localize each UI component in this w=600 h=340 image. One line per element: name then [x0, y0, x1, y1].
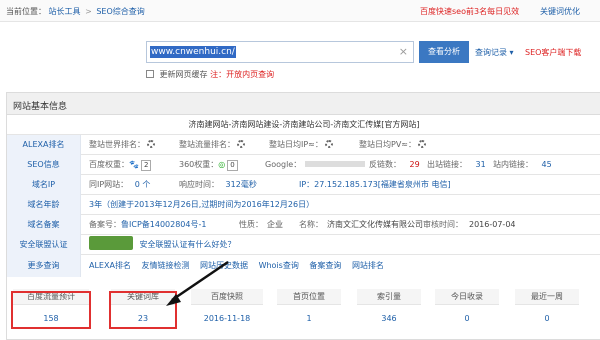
- annotation-arrow: [166, 260, 229, 306]
